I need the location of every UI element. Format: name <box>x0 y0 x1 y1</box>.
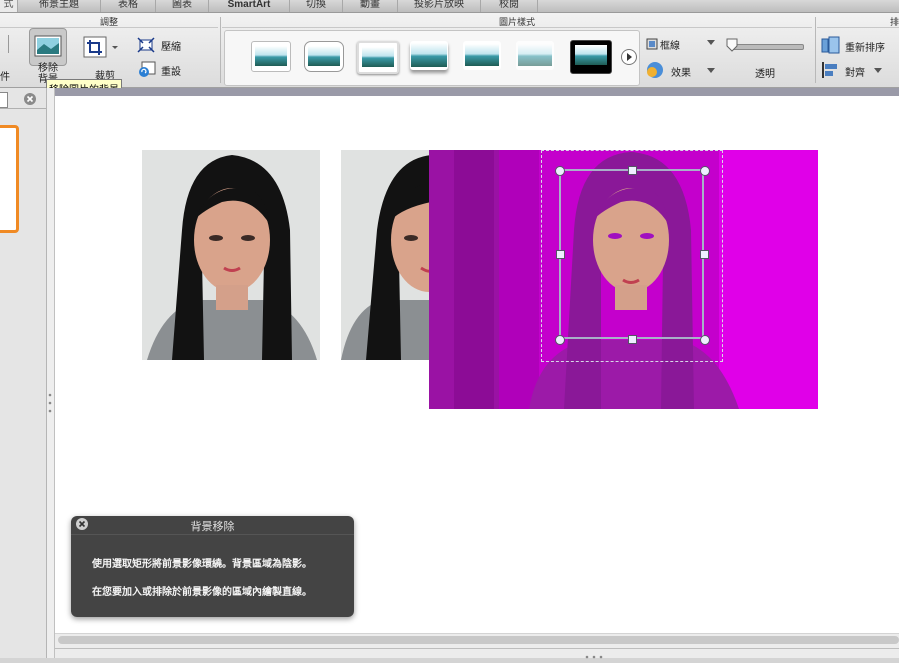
picture-style-3[interactable] <box>357 41 399 74</box>
foreground-selection-rect[interactable] <box>559 169 704 339</box>
splitter-grip[interactable] <box>48 392 52 414</box>
chevron-down-icon <box>707 40 715 45</box>
style-preview <box>575 45 607 65</box>
divider <box>55 648 899 649</box>
remove-background-button[interactable] <box>29 28 67 66</box>
style-preview <box>411 43 447 67</box>
hud-instruction-1: 使用選取矩形將前景影像環繞。背景區域為陰影。 <box>92 559 312 570</box>
divider <box>815 17 816 83</box>
horizontal-scrollbar-area <box>55 634 899 659</box>
crop-icon <box>83 36 118 58</box>
picture-style-1[interactable] <box>251 41 291 72</box>
portrait-image <box>142 150 320 360</box>
divider <box>0 108 46 109</box>
style-preview <box>308 46 340 66</box>
pane-splitter[interactable] <box>47 88 55 658</box>
reset-icon <box>139 61 156 77</box>
close-icon <box>26 95 34 103</box>
picture-style-4[interactable] <box>410 41 448 70</box>
align-button[interactable]: 對齊 <box>820 61 899 81</box>
partial-button[interactable] <box>0 35 9 53</box>
border-dropdown[interactable]: 框線 <box>645 36 717 52</box>
align-label: 對齊 <box>845 68 865 79</box>
group-title-picture-styles: 圖片樣式 <box>222 15 812 28</box>
ribbon: 調整 件 移除背景 裁剪 壓縮 重設 <box>0 13 899 88</box>
style-preview <box>465 44 499 66</box>
group-title-arrange: 排 <box>817 15 899 28</box>
more-styles-arrow-icon <box>627 53 632 61</box>
compress-button[interactable]: 壓縮 <box>137 37 185 53</box>
resize-handle[interactable] <box>628 166 637 175</box>
more-styles-button[interactable] <box>621 49 637 65</box>
style-preview <box>518 44 552 66</box>
rearrange-icon <box>821 36 840 54</box>
tab-format[interactable]: 式 <box>0 0 18 12</box>
background-removal-hud: 背景移除 使用選取矩形將前景影像環繞。背景區域為陰影。 在您要加入或排除於前景影… <box>71 516 354 617</box>
reset-label: 重設 <box>161 67 181 78</box>
picture-style-2[interactable] <box>304 41 344 72</box>
tab-tables[interactable]: 表格 <box>101 0 156 12</box>
portrait-image <box>341 150 431 360</box>
compress-icon <box>137 37 155 53</box>
slide-thumbnail-1[interactable] <box>0 125 19 233</box>
group-title-adjust: 調整 <box>0 15 218 28</box>
style-preview <box>362 47 394 67</box>
resize-handle[interactable] <box>700 166 710 176</box>
resize-handle[interactable] <box>555 166 565 176</box>
remove-background-icon <box>34 35 62 57</box>
tab-review[interactable]: 校閱 <box>481 0 538 12</box>
hud-instruction-2: 在您要加入或排除於前景影像的區域內繪製直線。 <box>92 587 312 598</box>
style-preview <box>255 46 287 66</box>
tab-slideshow[interactable]: 投影片放映 <box>398 0 481 12</box>
rearrange-button[interactable]: 重新排序 <box>820 36 899 56</box>
pane-tab[interactable] <box>0 92 8 108</box>
hud-title: 背景移除 <box>190 520 235 533</box>
tab-animations[interactable]: 動畫 <box>343 0 398 12</box>
effects-dropdown[interactable]: 效果 <box>645 61 717 79</box>
transparency-label: 透明 <box>755 69 775 80</box>
effects-label: 效果 <box>671 68 691 79</box>
picture-style-7[interactable] <box>570 40 612 74</box>
reset-button[interactable]: 重設 <box>137 60 185 78</box>
partial-label: 件 <box>0 72 10 83</box>
crop-button[interactable] <box>82 35 122 61</box>
align-icon <box>822 62 837 78</box>
resize-handle[interactable] <box>556 250 565 259</box>
compress-label: 壓縮 <box>161 42 181 53</box>
tab-themes[interactable]: 佈景主題 <box>18 0 101 12</box>
border-icon <box>646 38 658 50</box>
divider <box>71 534 354 535</box>
horizontal-scrollbar-thumb[interactable] <box>58 636 899 644</box>
slider-track <box>730 44 804 50</box>
divider <box>220 17 221 83</box>
resize-handle[interactable] <box>628 335 637 344</box>
close-pane-button[interactable] <box>24 93 36 105</box>
resize-handle[interactable] <box>555 335 565 345</box>
slide-thumbnail-pane <box>0 88 47 658</box>
slider-thumb[interactable] <box>726 38 738 52</box>
rearrange-label: 重新排序 <box>845 43 885 54</box>
border-label: 框線 <box>660 41 680 52</box>
resize-handle[interactable] <box>700 335 710 345</box>
resize-handle[interactable] <box>700 250 709 259</box>
tab-transitions[interactable]: 切換 <box>290 0 343 12</box>
effects-icon <box>647 62 663 78</box>
transparency-slider[interactable] <box>726 38 804 52</box>
chevron-down-icon <box>874 68 882 73</box>
ribbon-tab-bar: 式 佈景主題 表格 圖表 SmartArt 切換 動畫 投影片放映 校閱 <box>0 0 899 13</box>
splitter-grip[interactable] <box>584 650 604 659</box>
chevron-down-icon <box>707 68 715 73</box>
picture-style-5[interactable] <box>463 41 501 70</box>
picture-style-6[interactable] <box>516 41 554 70</box>
tab-smartart[interactable]: SmartArt <box>209 0 290 12</box>
portrait-photo-copy[interactable] <box>341 150 431 360</box>
tab-charts[interactable]: 圖表 <box>156 0 209 12</box>
portrait-photo-original[interactable] <box>142 150 320 360</box>
